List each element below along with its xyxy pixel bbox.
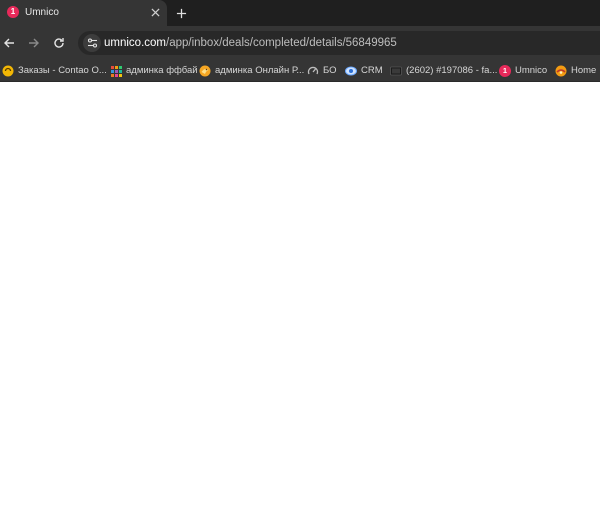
bookmark-admin-online[interactable]: админка Онлайн Р...: [199, 64, 304, 78]
bookmark-label: Home: [571, 65, 597, 76]
url-path: /app/inbox/deals/completed/details/56849…: [166, 37, 397, 49]
close-icon[interactable]: [148, 5, 162, 19]
bookmark-label: админка Онлайн Р...: [215, 65, 305, 76]
bookmark-label: БО: [323, 65, 337, 76]
plus-icon[interactable]: [172, 4, 190, 22]
bookmark-home[interactable]: Home: [555, 64, 596, 78]
bookmark-label: Umnico: [515, 65, 548, 76]
contao-icon: [2, 65, 14, 77]
grid-icon: [110, 65, 122, 77]
tune-icon[interactable]: [83, 34, 101, 52]
tab-title: Umnico: [25, 7, 59, 18]
bird-icon: [199, 65, 211, 77]
reload-icon[interactable]: [50, 34, 68, 52]
bookmark-label: CRM: [361, 65, 383, 76]
browser-toolbar: umnico.com/app/inbox/deals/completed/det…: [0, 26, 600, 60]
bookmark-label: админка ффбай: [126, 65, 198, 76]
browser-window: 1 Umnico umnico.com/app/inbox/deals/comp…: [0, 0, 600, 512]
home-logo-icon: [555, 65, 567, 77]
address-bar[interactable]: umnico.com/app/inbox/deals/completed/det…: [78, 31, 600, 55]
url-text[interactable]: umnico.com/app/inbox/deals/completed/det…: [104, 36, 397, 50]
tab-strip: 1 Umnico: [0, 0, 600, 26]
bookmark-bo[interactable]: БО: [307, 64, 337, 78]
url-host: umnico.com: [104, 37, 166, 49]
bookmark-umnico[interactable]: 1 Umnico: [499, 64, 547, 78]
bookmark-label: (2602) #197086 - fa...: [406, 65, 498, 76]
eye-icon: [345, 65, 357, 77]
arrow-right-icon[interactable]: [25, 34, 43, 52]
bookmark-crm[interactable]: CRM: [345, 64, 383, 78]
arrow-left-icon[interactable]: [0, 34, 18, 52]
bookmark-label: Заказы - Contao O...: [18, 65, 107, 76]
bookmark-admin-ffbai[interactable]: админка ффбай: [110, 64, 198, 78]
bookmarks-bar: Заказы - Contao O... админка ффбай админ…: [0, 60, 600, 82]
speedometer-icon: [307, 65, 319, 77]
umnico-favicon-icon: 1: [7, 6, 19, 18]
bookmark-contao-orders[interactable]: Заказы - Contao O...: [2, 64, 107, 78]
monitor-icon: [390, 65, 402, 77]
tab-umnico[interactable]: 1 Umnico: [0, 0, 167, 26]
bookmark-ticket-197086[interactable]: (2602) #197086 - fa...: [390, 64, 497, 78]
umnico-icon: 1: [499, 65, 511, 77]
page-content: [0, 82, 600, 512]
